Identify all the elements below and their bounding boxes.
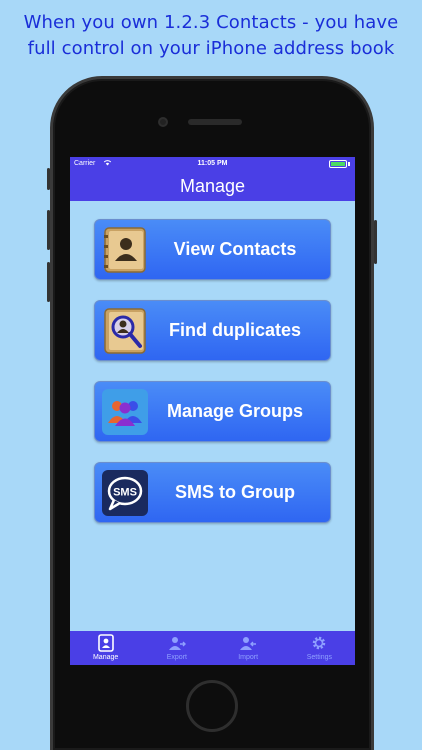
search-contact-icon [102, 307, 148, 354]
app-screen: Carrier 11:05 PM Manage View Contacts Fi… [70, 157, 355, 665]
find-duplicates-label: Find duplicates [168, 320, 301, 340]
battery-icon [329, 160, 347, 168]
view-contacts-button[interactable]: View Contacts [94, 219, 331, 280]
tab-settings[interactable]: Settings [284, 631, 355, 665]
power-button [374, 220, 377, 264]
find-duplicates-button[interactable]: Find duplicates [94, 300, 331, 361]
tab-bar: Manage Export Import Settings [70, 631, 355, 665]
promo-headline: When you own 1.2.3 Contacts - you have f… [0, 10, 422, 62]
battery-tip [348, 162, 350, 166]
volume-down-button [47, 262, 50, 302]
status-time: 11:05 PM [197, 160, 228, 167]
mute-switch [47, 168, 50, 190]
import-user-icon [240, 637, 257, 650]
tab-import[interactable]: Import [213, 631, 284, 665]
tab-settings-label: Settings [306, 654, 333, 661]
sms-to-group-label: SMS to Group [175, 482, 295, 502]
view-contacts-label: View Contacts [173, 239, 297, 259]
svg-text:SMS: SMS [113, 486, 137, 498]
tab-manage-label: Manage [92, 654, 119, 661]
address-book-icon [102, 226, 148, 273]
tab-export-label: Export [166, 654, 187, 661]
navigation-bar: Manage [70, 171, 355, 201]
nav-title: Manage [179, 176, 246, 196]
export-user-icon [168, 637, 186, 650]
group-people-icon [102, 388, 148, 435]
manage-groups-button[interactable]: Manage Groups [94, 381, 331, 442]
sms-bubble-icon: SMS [102, 469, 148, 516]
volume-up-button [47, 210, 50, 250]
manage-groups-label: Manage Groups [166, 401, 304, 421]
sms-to-group-button[interactable]: SMS SMS to Group [94, 462, 331, 523]
headline-line-1: When you own 1.2.3 Contacts - you have [23, 12, 399, 33]
headline-line-2: full control on your iPhone address book [27, 38, 395, 59]
contact-card-icon [97, 634, 114, 652]
status-bar: Carrier 11:05 PM [70, 157, 355, 171]
tab-import-label: Import [238, 654, 259, 661]
tab-export[interactable]: Export [141, 631, 212, 665]
gear-icon [313, 636, 326, 650]
home-button[interactable] [186, 680, 238, 732]
camera-icon [158, 117, 168, 127]
speaker-grille [188, 119, 242, 125]
tab-manage[interactable]: Manage [70, 631, 141, 665]
